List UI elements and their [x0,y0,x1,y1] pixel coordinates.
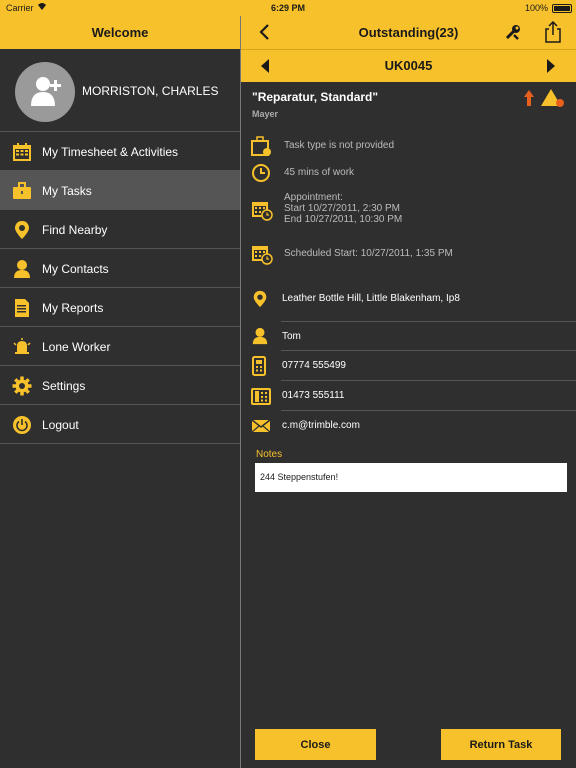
sidebar-item-my-tasks[interactable]: My Tasks [0,171,240,210]
user-profile[interactable]: MORRISTON, CHARLES [0,49,240,132]
calendar-clock-icon [252,202,273,221]
phone-number: 01473 555111 [282,390,345,401]
task-switcher: UK0045 [241,49,576,82]
close-button[interactable]: Close [255,729,376,760]
sidebar-item-label: Find Nearby [42,223,108,237]
duration-row: 45 mins of work [241,162,576,188]
person-icon [14,260,30,278]
desk-phone-icon [251,388,271,405]
notes-field[interactable]: 244 Steppenstufen! [255,463,567,492]
battery-percent: 100% [524,3,548,13]
envelope-icon [251,419,271,433]
notes-label: Notes [256,449,283,460]
task-address: Leather Bottle Hill, Little Blakenham, I… [282,293,460,304]
nav-bar: Outstanding(23) [241,16,576,49]
task-type: Task type is not provided [284,140,395,151]
task-code: UK0045 [384,58,433,73]
sidebar-item-label: Logout [42,418,79,432]
mobile-phone-icon [252,356,266,376]
sidebar-item-logout[interactable]: Logout [0,405,240,444]
sidebar-item-my-reports[interactable]: My Reports [0,288,240,327]
sidebar-item-label: My Reports [42,301,104,315]
appointment-label: Appointment: [284,192,343,203]
sidebar-item-find-nearby[interactable]: Find Nearby [0,210,240,249]
sidebar-item-timesheet[interactable]: My Timesheet & Activities [0,132,240,171]
address-row[interactable]: Leather Bottle Hill, Little Blakenham, I… [241,282,576,322]
task-customer: Mayer [252,109,279,119]
sidebar-item-settings[interactable]: Settings [0,366,240,405]
phone-row[interactable]: 01473 555111 [241,381,576,411]
appointment-end: End 10/27/2011, 10:30 PM [284,214,403,225]
person-icon [252,327,268,345]
task-detail-pane: Outstanding(23) UK0045 "Reparatur, Stand… [241,16,576,768]
appointment-details: Appointment: Start 10/27/2011, 2:30 PM E… [284,192,402,225]
clock-icon [252,164,270,182]
sidebar-item-lone-worker[interactable]: Lone Worker [0,327,240,366]
sidebar-item-my-contacts[interactable]: My Contacts [0,249,240,288]
work-duration: 45 mins of work [284,167,355,178]
calendar-clock-icon [252,246,273,265]
scheduled-start-row: Scheduled Start: 10/27/2011, 1:35 PM [241,242,576,268]
task-type-row: Task type is not provided [241,134,576,160]
task-case-icon [251,136,271,156]
gear-icon [12,376,32,396]
mobile-number: 07774 555499 [282,360,346,371]
add-user-icon [31,77,61,106]
sidebar-title: Welcome [0,16,240,49]
task-title: "Reparatur, Standard" [252,90,379,104]
next-task-icon[interactable] [545,58,557,74]
calendar-icon [13,143,31,161]
status-time: 6:29 PM [270,3,305,13]
high-priority-arrow-icon [524,90,534,106]
location-pin-icon [253,290,267,308]
status-bar: Carrier 6:29 PM 100% [0,0,576,16]
warning-icon [541,89,564,107]
sidebar-item-label: Settings [42,379,86,393]
contact-name: Tom [282,331,301,342]
email-row[interactable]: c.m@trimble.com [241,411,576,441]
share-icon[interactable] [544,21,562,43]
location-pin-icon [15,221,29,239]
appointment-start: Start 10/27/2011, 2:30 PM [284,203,401,214]
sidebar-item-label: My Contacts [42,262,109,276]
mobile-row[interactable]: 07774 555499 [241,351,576,381]
nav-title: Outstanding(23) [358,25,459,40]
briefcase-icon [13,182,31,199]
email-address: c.m@trimble.com [282,420,360,431]
scheduled-start: Scheduled Start: 10/27/2011, 1:35 PM [284,248,453,259]
avatar[interactable] [15,62,75,122]
appointment-row: Appointment: Start 10/27/2011, 2:30 PM E… [241,192,576,228]
sidebar: Welcome MORRISTON, CHARLES My Timesheet … [0,16,240,768]
alarm-bell-icon [13,338,31,354]
return-task-button[interactable]: Return Task [441,729,561,760]
document-icon [15,299,29,317]
contact-name-row[interactable]: Tom [241,322,576,351]
user-name: MORRISTON, CHARLES [82,84,219,98]
tools-icon[interactable] [504,23,522,41]
sidebar-item-label: My Tasks [42,184,92,198]
sidebar-item-label: My Timesheet & Activities [42,145,179,159]
power-icon [13,416,31,434]
sidebar-item-label: Lone Worker [42,340,111,354]
battery-icon [552,4,572,13]
